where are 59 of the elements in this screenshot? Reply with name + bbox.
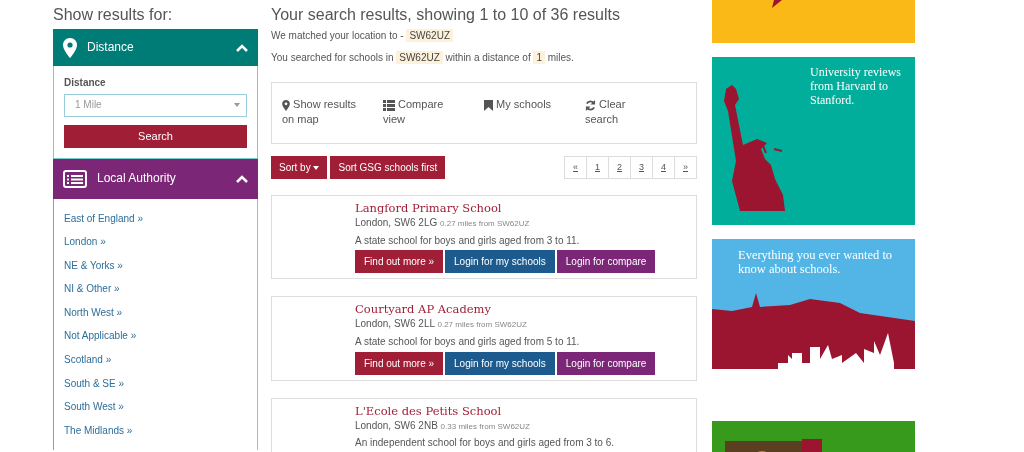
- authority-link[interactable]: The Midlands »: [64, 418, 247, 443]
- search-button[interactable]: Search: [64, 124, 247, 148]
- sort-gsg-button[interactable]: Sort GSG schools first: [330, 156, 446, 179]
- toolbar-link[interactable]: Compare view: [383, 97, 484, 129]
- login-compare-button[interactable]: Login for compare: [556, 351, 656, 375]
- find-out-more-button[interactable]: Find out more »: [355, 250, 444, 274]
- bookmark-icon: [484, 99, 493, 111]
- search-summary-text: You searched for schools in SW62UZ within a distance of 1 miles.: [271, 50, 575, 64]
- pagination-link[interactable]: 1: [586, 156, 609, 179]
- panel-title: Local Authority: [97, 170, 176, 187]
- school-description: An independent school for boys and girls aged from 3 to 6.: [355, 436, 616, 450]
- banner-text: University reviews from Harvard to Stanford.: [810, 65, 902, 107]
- school-address: London, SW6 2LL 0.27 miles from SW62UZ: [355, 317, 528, 332]
- dropdown-arrow-icon: [234, 103, 240, 107]
- chevron-up-icon[interactable]: [236, 43, 248, 52]
- chevron-up-icon[interactable]: [236, 174, 248, 183]
- refresh-icon: [585, 99, 596, 111]
- login-compare-button[interactable]: Login for compare: [556, 250, 656, 274]
- list-icon: [383, 99, 395, 111]
- pagination-link[interactable]: 3: [630, 156, 653, 179]
- pagination-link[interactable]: 4: [652, 156, 675, 179]
- authority-link[interactable]: NE & Yorks »: [64, 253, 247, 278]
- caret-icon: [313, 166, 320, 171]
- local-authority-panel-header[interactable]: Local Authority: [53, 158, 258, 199]
- map-pin-icon: [282, 99, 290, 111]
- school-name[interactable]: Langford Primary School: [355, 200, 686, 216]
- sort-by-button[interactable]: Sort by: [271, 156, 328, 179]
- school-address: London, SW6 2LG 0.27 miles from SW62UZ: [355, 216, 531, 230]
- pagination-link[interactable]: »: [674, 156, 697, 179]
- school-name[interactable]: Courtyard AP Academy: [355, 301, 686, 318]
- login-my-schools-button[interactable]: Login for my schools: [445, 250, 555, 274]
- find-out-more-button[interactable]: Find out more »: [355, 351, 444, 375]
- authority-link[interactable]: East of England »: [64, 206, 247, 231]
- authority-link[interactable]: London »: [64, 230, 247, 254]
- distance-panel-header[interactable]: Distance: [53, 29, 258, 66]
- authority-link[interactable]: North West »: [64, 300, 247, 325]
- pagination-link[interactable]: «: [564, 156, 587, 179]
- map-pin-icon: [63, 37, 77, 58]
- field-label: Distance: [64, 76, 107, 90]
- authority-link[interactable]: NI & Other »: [64, 277, 247, 301]
- banner-text: Everything you ever wanted to know about schools.: [738, 248, 894, 276]
- toolbar-link[interactable]: Clear search: [585, 97, 686, 129]
- login-my-schools-button[interactable]: Login for my schools: [445, 351, 555, 375]
- toolbar-link[interactable]: Show results on map: [282, 97, 383, 129]
- school-description: A state school for boys and girls aged from 3 to 11.: [355, 233, 581, 248]
- pagination-link[interactable]: 2: [608, 156, 631, 179]
- authority-link[interactable]: South West »: [64, 395, 247, 419]
- panel-title: Distance: [87, 39, 134, 56]
- school-address: London, SW6 2NB 0.33 miles from SW62UZ: [355, 418, 531, 433]
- authority-link[interactable]: Not Applicable »: [64, 324, 247, 349]
- authority-link[interactable]: South & SE »: [64, 371, 247, 396]
- results-heading: Your search results, showing 1 to 10 of 36 results: [271, 5, 621, 25]
- school-name[interactable]: L'Ecole des Petits School: [355, 402, 686, 419]
- toolbar-link[interactable]: My schools: [484, 97, 585, 129]
- authority-link[interactable]: Scotland »: [64, 348, 247, 372]
- sidebar-heading: Show results for:: [53, 5, 174, 25]
- location-match-text: We matched your location to - SW62UZ: [271, 29, 697, 43]
- list-icon: [63, 169, 87, 188]
- school-description: A state school for boys and girls aged from 5 to 11.: [355, 335, 581, 349]
